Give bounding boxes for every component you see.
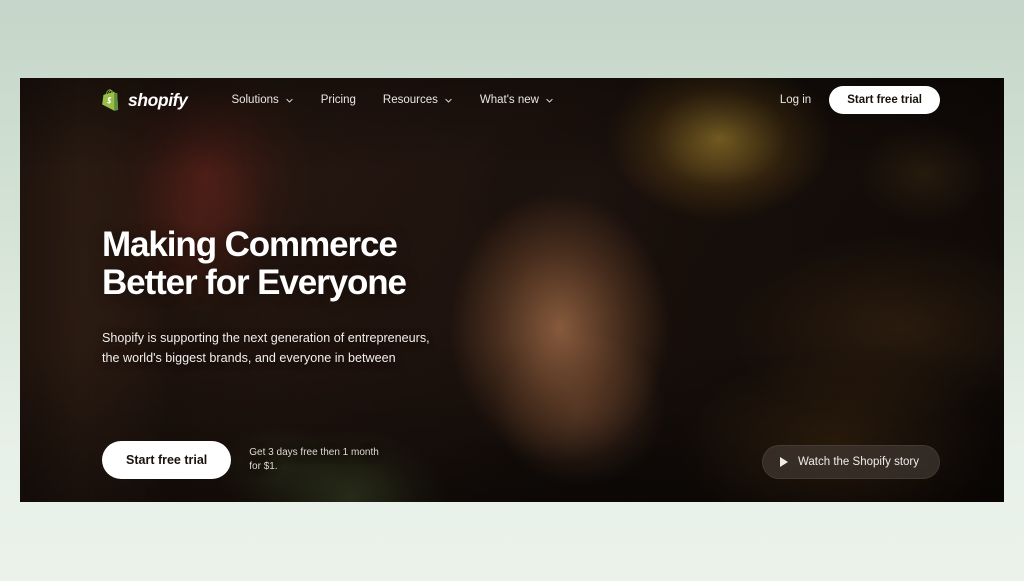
play-icon	[779, 457, 788, 467]
site-header: shopify Solutions Pricing Resources What…	[20, 78, 1004, 122]
hero-subtitle-line-1: Shopify is supporting the next generatio…	[102, 330, 430, 345]
shopify-wordmark: shopify	[128, 89, 188, 110]
header-start-free-trial-button[interactable]: Start free trial	[829, 86, 940, 114]
chevron-down-icon	[445, 98, 452, 102]
hero-subtitle: Shopify is supporting the next generatio…	[102, 328, 430, 369]
chevron-down-icon	[546, 98, 553, 102]
nav-item-solutions[interactable]: Solutions	[231, 94, 293, 106]
shopify-logo[interactable]: shopify	[102, 89, 188, 111]
nav-item-whats-new-label: What's new	[479, 94, 539, 106]
nav-item-resources[interactable]: Resources	[383, 94, 453, 106]
log-in-link[interactable]: Log in	[780, 94, 811, 106]
hero-section: shopify Solutions Pricing Resources What…	[20, 78, 1004, 502]
primary-navigation: Solutions Pricing Resources What's new	[231, 94, 554, 106]
hero-title-line-1: Making Commerce	[102, 225, 398, 264]
shopify-bag-icon	[102, 89, 121, 111]
nav-item-resources-label: Resources	[382, 94, 438, 106]
watch-shopify-story-label: Watch the Shopify story	[797, 456, 919, 468]
hero-subtitle-line-2: the world's biggest brands, and everyone…	[102, 350, 396, 365]
chevron-down-icon	[286, 98, 293, 102]
watch-shopify-story-button[interactable]: Watch the Shopify story	[761, 445, 940, 479]
hero-start-free-trial-button[interactable]: Start free trial	[102, 441, 232, 479]
nav-item-whats-new[interactable]: What's new	[480, 94, 554, 106]
hero-copy: Making Commerce Better for Everyone Shop…	[102, 226, 430, 368]
nav-item-pricing[interactable]: Pricing	[321, 94, 356, 106]
nav-item-pricing-label: Pricing	[320, 94, 356, 106]
hero-cta-group: Start free trial Get 3 days free then 1 …	[102, 441, 379, 479]
nav-item-solutions-label: Solutions	[231, 94, 279, 106]
hero-title: Making Commerce Better for Everyone	[102, 226, 430, 302]
hero-trial-note: Get 3 days free then 1 month for $1.	[249, 446, 379, 473]
header-actions: Log in Start free trial	[780, 86, 940, 114]
hero-title-line-2: Better for Everyone	[102, 262, 407, 302]
